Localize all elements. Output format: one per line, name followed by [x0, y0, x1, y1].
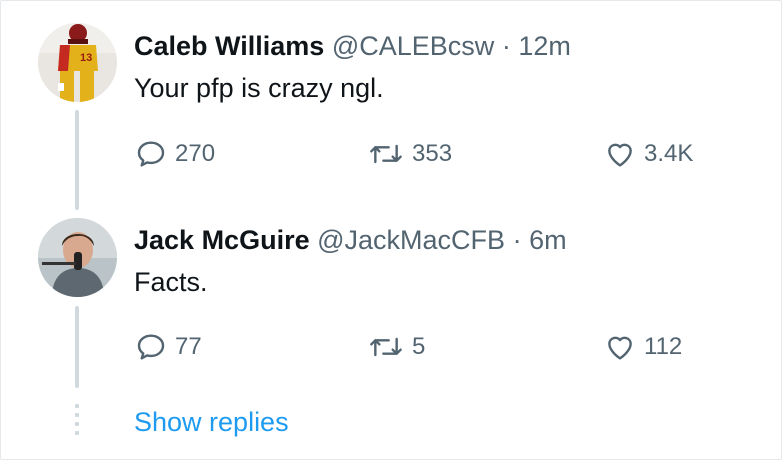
- more-replies-dots: [75, 404, 79, 440]
- tweet-text: Your pfp is crazy ngl.: [134, 73, 384, 103]
- author-name[interactable]: Jack McGuire: [134, 225, 310, 255]
- tweet-header: Caleb Williams @CALEBcsw · 12m: [134, 30, 571, 62]
- svg-text:13: 13: [80, 52, 92, 64]
- tweet-text: Facts.: [134, 267, 208, 297]
- retweet-icon: [370, 144, 402, 164]
- reply-icon: [137, 334, 165, 360]
- author-handle[interactable]: @JackMacCFB: [317, 225, 505, 255]
- retweet-count: 353: [412, 140, 453, 167]
- reply-icon: [137, 141, 165, 167]
- tweet-header: Jack McGuire @JackMacCFB · 6m: [134, 224, 567, 256]
- avatar-football-player-image: 13: [38, 23, 117, 102]
- retweet-button[interactable]: 5: [368, 331, 425, 363]
- like-count: 112: [644, 333, 683, 360]
- retweet-button[interactable]: 353: [368, 138, 452, 170]
- separator-dot: ·: [512, 225, 522, 255]
- reply-button[interactable]: 270: [135, 138, 215, 170]
- timestamp[interactable]: 12m: [518, 31, 571, 61]
- reply-count: 270: [175, 140, 216, 167]
- thread-connector-line: [75, 306, 79, 388]
- timestamp[interactable]: 6m: [529, 225, 567, 255]
- like-count: 3.4K: [644, 140, 694, 167]
- thread-connector-line: [75, 110, 79, 210]
- heart-icon: [608, 336, 632, 360]
- avatar-person-with-microphone-image: [38, 218, 117, 297]
- retweet-count: 5: [412, 333, 426, 360]
- like-button[interactable]: 3.4K: [604, 138, 693, 170]
- show-replies-link[interactable]: Show replies: [134, 406, 289, 438]
- heart-icon: [608, 143, 632, 167]
- author-name[interactable]: Caleb Williams: [134, 31, 324, 61]
- like-button[interactable]: 112: [604, 331, 682, 363]
- retweet-icon: [370, 337, 402, 357]
- reply-count: 77: [175, 333, 202, 360]
- avatar[interactable]: [38, 218, 117, 297]
- separator-dot: ·: [501, 31, 511, 61]
- reply-button[interactable]: 77: [135, 331, 202, 363]
- avatar[interactable]: 13: [38, 23, 117, 102]
- author-handle[interactable]: @CALEBcsw: [332, 31, 494, 61]
